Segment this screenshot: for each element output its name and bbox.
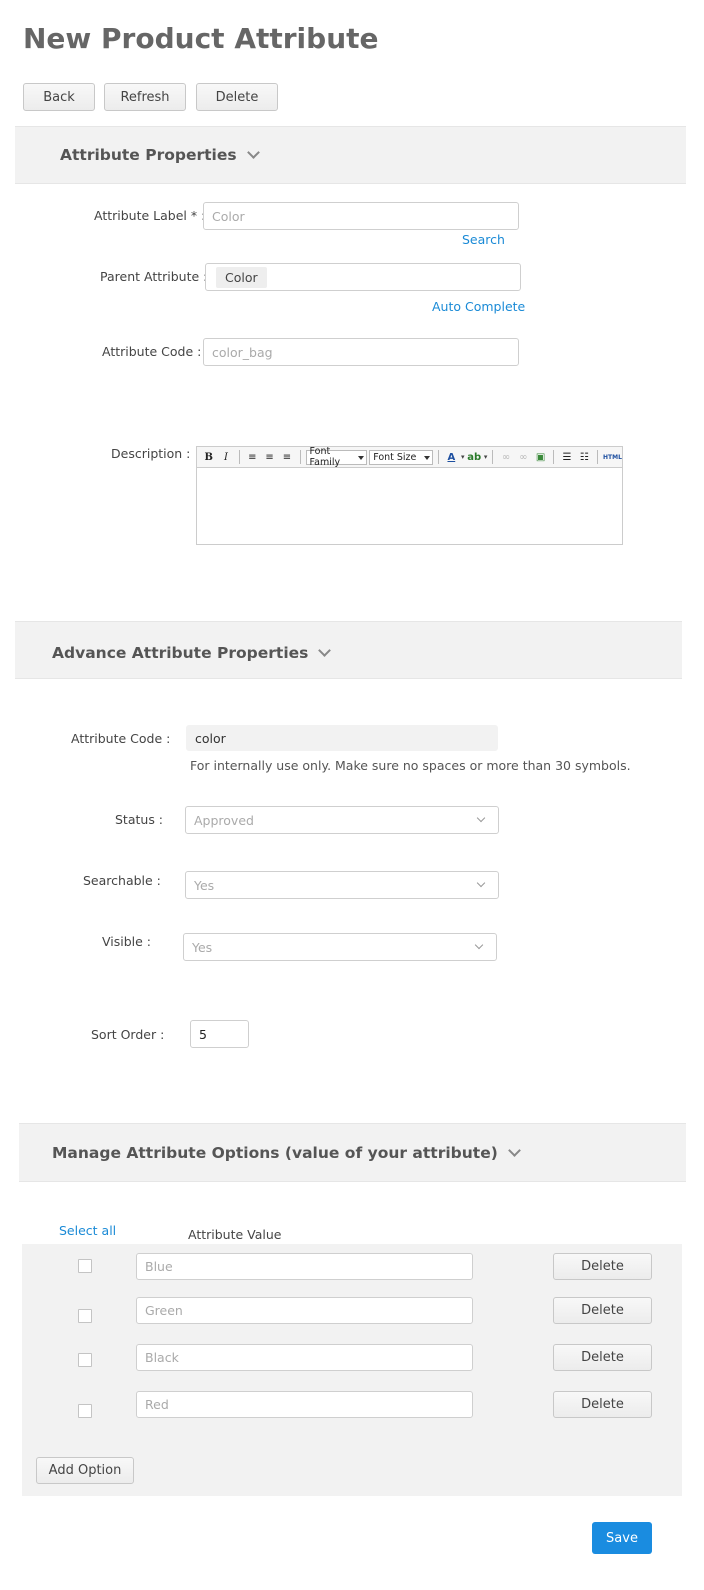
- back-button[interactable]: Back: [23, 83, 95, 111]
- editor-toolbar: B I ≡ ≡ ≡ Font Family Font Size A ▾ ab ▾…: [197, 446, 622, 468]
- numbered-list-icon[interactable]: ☷: [577, 449, 592, 465]
- visible-value: Yes: [192, 939, 213, 955]
- link-icon[interactable]: ∞: [498, 449, 513, 465]
- sort-order-input[interactable]: 5: [190, 1020, 249, 1048]
- option-delete-button[interactable]: Delete: [553, 1344, 652, 1371]
- align-center-icon[interactable]: ≡: [262, 449, 277, 465]
- save-button[interactable]: Save: [592, 1522, 652, 1554]
- chevron-down-icon: [476, 878, 486, 888]
- option-value-input[interactable]: Black: [136, 1344, 473, 1371]
- search-link[interactable]: Search: [462, 232, 505, 247]
- parent-attribute-label: Parent Attribute :: [100, 269, 208, 284]
- option-checkbox[interactable]: [78, 1309, 92, 1323]
- options-title: Manage Attribute Options (value of your …: [52, 1144, 498, 1162]
- attribute-properties-header[interactable]: Attribute Properties: [15, 126, 686, 184]
- font-size-select[interactable]: Font Size: [369, 449, 433, 465]
- chevron-down-icon[interactable]: [318, 643, 332, 657]
- text-color-dropdown-icon[interactable]: ▾: [461, 453, 465, 461]
- chevron-down-icon: [476, 813, 486, 823]
- chevron-down-icon: [474, 940, 484, 950]
- status-value: Approved: [194, 812, 254, 828]
- highlight-dropdown-icon[interactable]: ▾: [484, 453, 488, 461]
- auto-complete-link[interactable]: Auto Complete: [432, 299, 525, 314]
- chevron-down-icon[interactable]: [246, 145, 260, 159]
- align-left-icon[interactable]: ≡: [245, 449, 260, 465]
- options-header[interactable]: Manage Attribute Options (value of your …: [19, 1123, 686, 1182]
- parent-attribute-input[interactable]: Color: [205, 263, 521, 291]
- searchable-label: Searchable :: [83, 873, 161, 888]
- visible-label: Visible :: [102, 934, 152, 949]
- option-checkbox[interactable]: [78, 1404, 92, 1418]
- advance-code-field: color: [186, 725, 498, 751]
- option-value-input[interactable]: Red: [136, 1391, 473, 1418]
- chevron-down-icon[interactable]: [507, 1143, 521, 1157]
- option-checkbox[interactable]: [78, 1259, 92, 1273]
- delete-button[interactable]: Delete: [196, 83, 278, 111]
- visible-select[interactable]: Yes: [183, 933, 497, 961]
- advance-properties-header[interactable]: Advance Attribute Properties: [15, 621, 682, 679]
- refresh-button[interactable]: Refresh: [104, 83, 186, 111]
- option-delete-button[interactable]: Delete: [553, 1297, 652, 1324]
- text-color-icon[interactable]: A: [444, 449, 459, 465]
- advance-properties-title: Advance Attribute Properties: [52, 644, 309, 662]
- image-icon[interactable]: ▣: [533, 449, 548, 465]
- attribute-code-help: For internally use only. Make sure no sp…: [190, 758, 631, 773]
- advance-code-label: Attribute Code :: [71, 731, 171, 746]
- highlight-color-icon[interactable]: ab: [467, 449, 482, 465]
- description-label: Description :: [111, 446, 191, 461]
- add-option-button[interactable]: Add Option: [36, 1457, 134, 1484]
- parent-attribute-tag[interactable]: Color: [216, 266, 267, 288]
- description-editor[interactable]: B I ≡ ≡ ≡ Font Family Font Size A ▾ ab ▾…: [196, 446, 623, 545]
- status-label: Status :: [115, 812, 164, 827]
- searchable-value: Yes: [194, 877, 215, 893]
- option-delete-button[interactable]: Delete: [553, 1391, 652, 1418]
- sort-order-label: Sort Order :: [91, 1027, 165, 1042]
- option-delete-button[interactable]: Delete: [553, 1253, 652, 1280]
- status-select[interactable]: Approved: [185, 806, 499, 834]
- attribute-properties-title: Attribute Properties: [60, 146, 237, 164]
- option-checkbox[interactable]: [78, 1353, 92, 1367]
- unlink-icon[interactable]: ∞: [516, 449, 531, 465]
- align-right-icon[interactable]: ≡: [279, 449, 294, 465]
- italic-icon[interactable]: I: [218, 449, 233, 465]
- option-value-input[interactable]: Green: [136, 1297, 473, 1324]
- page-title: New Product Attribute: [23, 22, 379, 55]
- attribute-label-input[interactable]: Color: [203, 202, 519, 230]
- bold-icon[interactable]: B: [201, 449, 216, 465]
- bullet-list-icon[interactable]: ☰: [559, 449, 574, 465]
- searchable-select[interactable]: Yes: [185, 871, 499, 899]
- attribute-label-label: Attribute Label * :: [94, 208, 206, 223]
- attribute-code-input[interactable]: color_bag: [203, 338, 519, 366]
- font-family-select[interactable]: Font Family: [305, 446, 368, 468]
- attribute-code-label: Attribute Code :: [102, 344, 202, 359]
- attribute-value-header: Attribute Value: [188, 1227, 282, 1242]
- html-icon[interactable]: HTML: [603, 449, 622, 465]
- select-all-link[interactable]: Select all: [59, 1223, 116, 1238]
- option-value-input[interactable]: Blue: [136, 1253, 473, 1280]
